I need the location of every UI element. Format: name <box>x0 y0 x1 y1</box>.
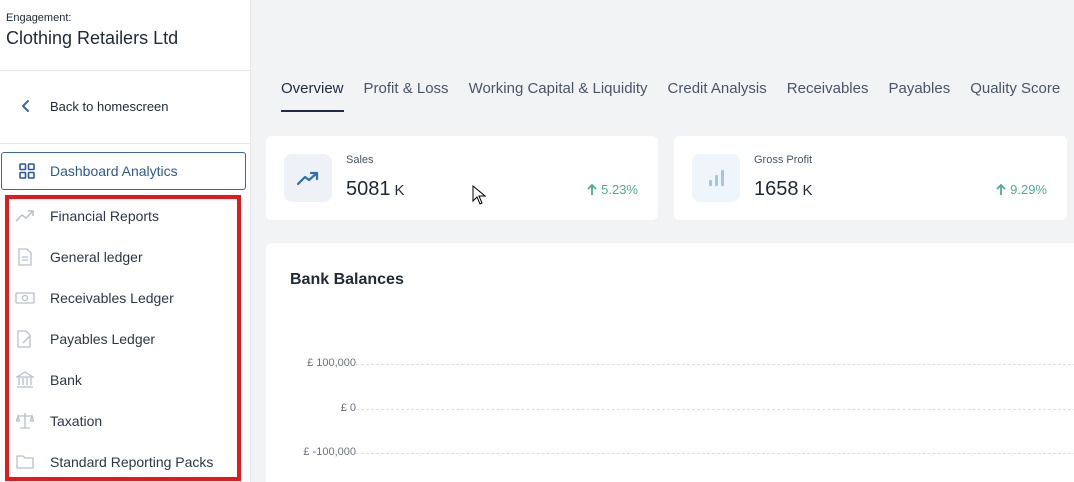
kpi-number: 1658 <box>754 178 799 200</box>
gridline <box>356 364 1074 365</box>
tab-credit-analysis[interactable]: Credit Analysis <box>658 80 777 112</box>
kpi-change-value: 5.23% <box>601 182 638 197</box>
y-tick: £ 0 <box>340 402 356 414</box>
arrow-up-icon <box>996 183 1006 195</box>
tab-profit-loss[interactable]: Profit & Loss <box>354 80 459 112</box>
engagement-name: Clothing Retailers Ltd <box>6 28 179 48</box>
kpi-label: Gross Profit <box>754 154 813 166</box>
gridline <box>356 453 1074 454</box>
y-tick: £ -100,000 <box>303 446 356 458</box>
dashboard-analytics-button[interactable]: Dashboard Analytics <box>1 152 246 190</box>
kpi-number: 5081 <box>346 178 391 200</box>
back-to-homescreen-button[interactable]: Back to homescreen <box>16 96 169 116</box>
kpi-label: Sales <box>346 154 374 166</box>
sidebar: Engagement: Clothing Retailers Ltd Back … <box>0 0 251 482</box>
back-label: Back to homescreen <box>50 98 169 114</box>
bar-chart-icon <box>692 154 740 202</box>
tab-quality-score[interactable]: Quality Score <box>960 80 1070 112</box>
tab-payables[interactable]: Payables <box>878 80 960 112</box>
kpi-value: 1658 K <box>754 178 813 201</box>
kpi-unit: K <box>394 182 405 199</box>
chevron-left-icon <box>16 96 36 116</box>
highlight-box <box>5 195 241 481</box>
divider <box>0 143 251 144</box>
sales-card: Sales 5081 K 5.23% <box>266 136 658 220</box>
tab-bar: Overview Profit & Loss Working Capital &… <box>271 80 1070 112</box>
bank-balances-title: Bank Balances <box>290 271 404 288</box>
kpi-change: 9.29% <box>996 182 1047 197</box>
y-tick: £ 100,000 <box>307 357 356 369</box>
gross-profit-card: Gross Profit 1658 K 9.29% <box>674 136 1067 220</box>
tab-receivables[interactable]: Receivables <box>777 80 879 112</box>
trend-up-icon <box>284 154 332 202</box>
gridline <box>356 409 1074 410</box>
kpi-value: 5081 K <box>346 178 405 201</box>
tab-working-capital-liquidity[interactable]: Working Capital & Liquidity <box>459 80 658 112</box>
kpi-unit: K <box>802 182 813 199</box>
kpi-change-value: 9.29% <box>1010 182 1047 197</box>
tab-overview[interactable]: Overview <box>271 80 354 112</box>
engagement-label: Engagement: <box>6 12 72 24</box>
mouse-cursor-icon <box>472 184 487 210</box>
arrow-up-icon <box>587 183 597 195</box>
grid-icon <box>18 162 36 180</box>
dashboard-analytics-label: Dashboard Analytics <box>50 163 178 179</box>
kpi-change: 5.23% <box>587 182 638 197</box>
bank-balances-card: Bank Balances £ 100,000 £ 0 £ -100,000 <box>266 243 1074 482</box>
engagement-header: Engagement: Clothing Retailers Ltd <box>0 0 250 71</box>
